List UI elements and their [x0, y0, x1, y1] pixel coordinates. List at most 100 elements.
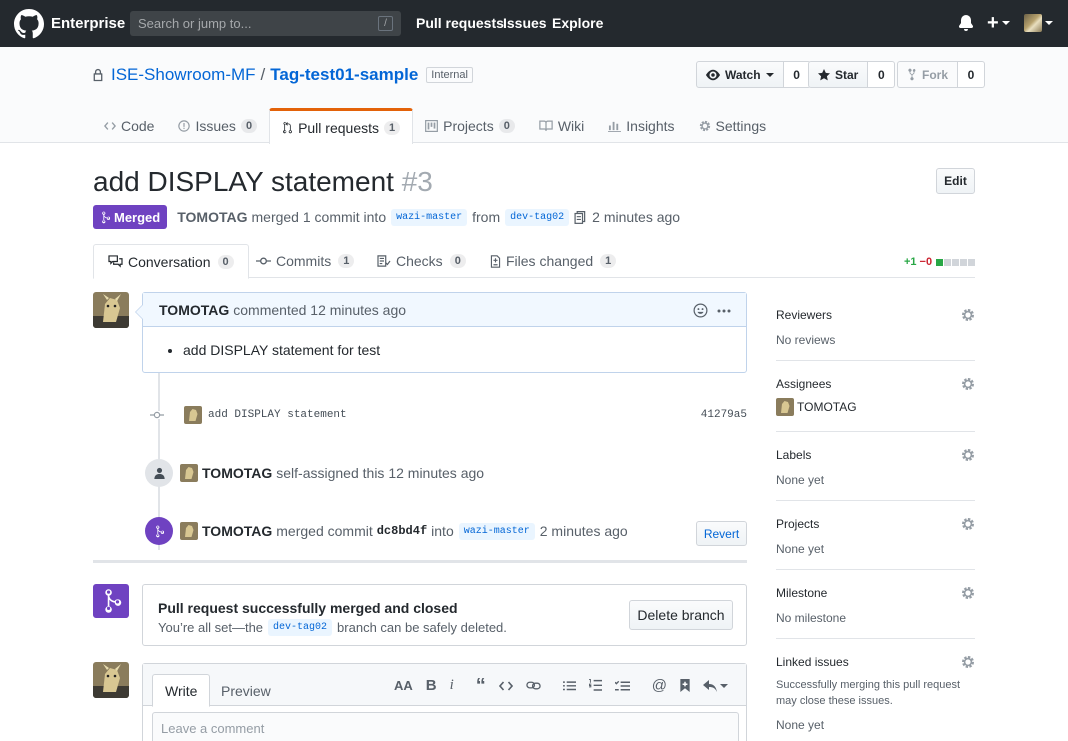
sidebar-projects-title[interactable]: Projects [776, 517, 975, 531]
search-shortcut-key: / [378, 16, 393, 31]
gear-icon[interactable] [961, 655, 975, 669]
tab-code[interactable]: Code [92, 108, 166, 143]
repo-owner-link[interactable]: ISE-Showroom-MF [111, 65, 256, 85]
nav-explore[interactable]: Explore [552, 15, 603, 31]
lock-icon [93, 68, 103, 82]
user-avatar[interactable] [1024, 14, 1042, 32]
current-user-avatar[interactable] [93, 662, 129, 698]
merge-commit-link[interactable]: dc8bd4f [377, 524, 427, 538]
code-icon[interactable] [498, 680, 513, 691]
tab-issues[interactable]: Issues 0 [166, 108, 269, 143]
repo-tabs: Code Issues 0 Pull requests 1 Projects 0… [92, 108, 779, 144]
base-branch-ref[interactable]: wazi-master [391, 208, 468, 226]
commit-author-avatar[interactable] [184, 406, 202, 424]
gear-icon[interactable] [961, 517, 975, 531]
comment-author[interactable]: TOMOTAG [159, 302, 229, 318]
nav-issues[interactable]: Issues [503, 15, 547, 31]
gear-icon[interactable] [961, 377, 975, 391]
link-icon[interactable] [526, 681, 541, 690]
commit-message-link[interactable]: add DISPLAY statement [208, 409, 347, 421]
pr-author[interactable]: TOMOTAG [177, 209, 247, 225]
merge-author-avatar[interactable] [180, 522, 198, 540]
diff-block-neutral [960, 258, 968, 266]
chevron-down-icon[interactable] [1045, 21, 1053, 25]
tab-projects[interactable]: Projects 0 [413, 108, 527, 143]
sidebar-reviewers-title[interactable]: Reviewers [776, 308, 975, 322]
tab-pull-requests[interactable]: Pull requests 1 [269, 108, 414, 144]
head-branch-ref[interactable]: dev-tag02 [505, 208, 570, 226]
bold-icon[interactable]: B [426, 677, 437, 694]
delete-branch-button[interactable]: Delete branch [629, 600, 733, 630]
pr-time: 2 minutes ago [592, 209, 681, 225]
merged-status-box: Pull request successfully merged and clo… [142, 584, 747, 646]
commit-sha-link[interactable]: 41279a5 [701, 409, 747, 421]
gear-icon[interactable] [961, 586, 975, 600]
assign-author[interactable]: TOMOTAG [202, 465, 272, 481]
comment-body: add DISPLAY statement for test [143, 327, 746, 358]
tab-files-changed[interactable]: Files changed 1 [490, 244, 617, 278]
merged-branch-ref[interactable]: dev-tag02 [268, 619, 333, 636]
tab-commits[interactable]: Commits 1 [256, 244, 355, 278]
tab-insights[interactable]: Insights [596, 108, 686, 143]
reply-icon[interactable] [703, 679, 728, 692]
tab-projects-count: 0 [498, 118, 515, 133]
revert-button[interactable]: Revert [696, 521, 747, 546]
task-list-icon[interactable] [614, 680, 630, 692]
bookmark-icon[interactable] [680, 679, 690, 692]
tab-wiki[interactable]: Wiki [527, 108, 596, 143]
fork-icon [908, 68, 916, 81]
tab-settings[interactable]: Settings [687, 108, 779, 143]
sidebar-assignee-item[interactable]: TOMOTAG [776, 398, 975, 416]
italic-icon[interactable]: i [450, 677, 454, 694]
sidebar-linked-issues-title[interactable]: Linked issues [776, 655, 975, 669]
project-icon [425, 119, 439, 132]
merged-subtitle-1: You’re all set—the [158, 620, 264, 635]
watch-label: Watch [725, 67, 761, 82]
star-count[interactable]: 0 [868, 61, 896, 88]
edit-title-button[interactable]: Edit [936, 168, 975, 194]
search-input[interactable] [130, 11, 370, 36]
chevron-down-icon[interactable] [1002, 21, 1010, 25]
comment-textarea[interactable] [152, 712, 739, 741]
repo-header: ISE-Showroom-MF / Tag-test01-sample Inte… [0, 47, 1068, 144]
tab-conversation[interactable]: Conversation 0 [93, 244, 249, 279]
create-new-icon[interactable]: + [987, 13, 999, 33]
ordered-list-icon[interactable] [588, 679, 602, 692]
gear-icon[interactable] [961, 308, 975, 322]
nav-pull-requests[interactable]: Pull requests [416, 15, 504, 31]
comment-list-item: add DISPLAY statement for test [183, 342, 730, 358]
repo-name-link[interactable]: Tag-test01-sample [270, 65, 418, 85]
copy-icon[interactable] [574, 210, 586, 224]
sidebar-assignees-title[interactable]: Assignees [776, 377, 975, 391]
search-box[interactable]: / [130, 11, 401, 36]
commenter-avatar[interactable] [93, 292, 129, 328]
merge-author[interactable]: TOMOTAG [202, 523, 272, 539]
watch-button[interactable]: Watch [696, 61, 784, 88]
assign-author-avatar[interactable] [180, 464, 198, 482]
mention-icon[interactable]: @ [652, 677, 667, 694]
sidebar-milestone-title[interactable]: Milestone [776, 586, 975, 600]
heading-icon[interactable]: AA [394, 678, 413, 693]
gear-icon[interactable] [961, 448, 975, 462]
tab-preview[interactable]: Preview [209, 674, 283, 707]
fork-count[interactable]: 0 [958, 61, 986, 88]
file-diff-icon [490, 254, 501, 268]
bell-icon[interactable] [958, 15, 974, 31]
enterprise-brand[interactable]: Enterprise [51, 15, 125, 32]
unordered-list-icon[interactable] [562, 680, 576, 692]
merge-branch-ref[interactable]: wazi-master [458, 522, 535, 540]
tab-write[interactable]: Write [152, 674, 211, 707]
watch-count[interactable]: 0 [783, 61, 811, 88]
comment-editor: Write Preview AA B i “ @ [142, 663, 747, 741]
fork-group: Fork 0 [897, 61, 986, 88]
github-logo-icon[interactable] [14, 9, 44, 39]
sidebar-labels-value: None yet [776, 473, 825, 487]
star-button[interactable]: Star [808, 61, 869, 88]
tab-code-label: Code [121, 117, 155, 134]
quote-icon[interactable]: “ [476, 675, 486, 697]
fork-button[interactable]: Fork [897, 61, 959, 88]
kebab-horizontal-icon[interactable] [717, 309, 731, 313]
tab-checks[interactable]: Checks 0 [377, 244, 466, 278]
sidebar-labels-title[interactable]: Labels [776, 448, 975, 462]
emoji-reaction-icon[interactable] [693, 303, 708, 318]
